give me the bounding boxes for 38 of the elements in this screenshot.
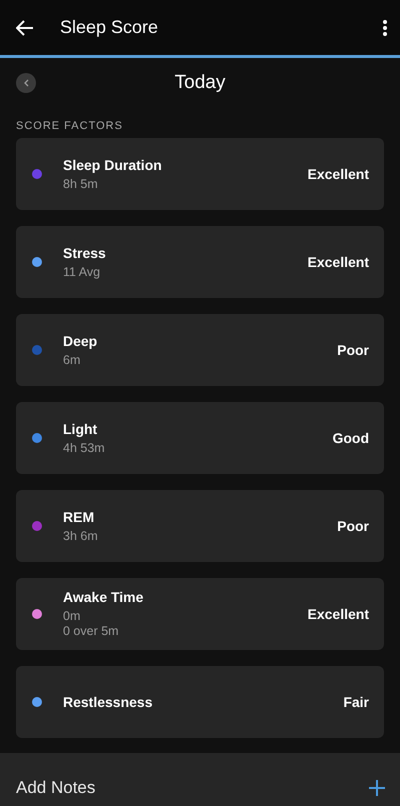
score-factor-card[interactable]: Awake Time 0m 0 over 5m Excellent xyxy=(16,578,384,650)
factor-name: Deep xyxy=(63,332,98,348)
section-heading: SCORE FACTORS xyxy=(16,120,123,132)
factor-detail: 3h 6m xyxy=(63,528,99,544)
factor-rating: Poor xyxy=(337,518,369,534)
score-factor-card[interactable]: REM 3h 6m Poor xyxy=(16,490,384,562)
factor-name: Restlessness xyxy=(63,694,154,710)
factor-detail: 4h 53m xyxy=(63,440,106,456)
more-options-icon[interactable] xyxy=(382,18,388,36)
date-label: Today xyxy=(174,72,226,93)
factor-detail: 8h 5m xyxy=(63,176,99,192)
add-notes-label: Add Notes xyxy=(16,778,96,798)
score-factor-card[interactable]: Deep 6m Poor xyxy=(16,314,384,386)
factor-rating: Excellent xyxy=(308,606,369,622)
notes-bar[interactable]: Add Notes xyxy=(0,753,400,806)
screen-title: Sleep Score xyxy=(60,17,160,38)
add-icon[interactable] xyxy=(368,779,386,797)
factor-name: Stress xyxy=(63,244,107,260)
score-factor-card[interactable]: Sleep Duration 8h 5m Excellent xyxy=(16,138,384,210)
score-factor-card[interactable]: Light 4h 53m Good xyxy=(16,402,384,474)
factor-name: REM xyxy=(63,508,96,524)
factor-rating: Poor xyxy=(337,342,369,358)
chevron-left-icon xyxy=(23,79,29,87)
score-factor-card[interactable]: Stress 11 Avg Excellent xyxy=(16,226,384,298)
factor-name: Awake Time xyxy=(63,589,144,605)
factor-rating: Excellent xyxy=(308,166,369,182)
back-arrow-icon[interactable] xyxy=(16,20,34,36)
factor-name: Sleep Duration xyxy=(63,156,163,172)
factor-rating: Fair xyxy=(343,694,369,710)
previous-day-button[interactable] xyxy=(16,73,36,93)
factor-detail: 0m xyxy=(63,609,82,624)
factor-rating: Good xyxy=(332,430,369,446)
factor-rating: Excellent xyxy=(308,254,369,270)
factor-detail: 0 over 5m xyxy=(63,624,120,639)
factor-name: Light xyxy=(63,420,98,436)
factor-detail: 6m xyxy=(63,352,82,368)
score-factor-card[interactable]: Restlessness Fair xyxy=(16,666,384,738)
factor-detail: 11 Avg xyxy=(63,264,102,280)
